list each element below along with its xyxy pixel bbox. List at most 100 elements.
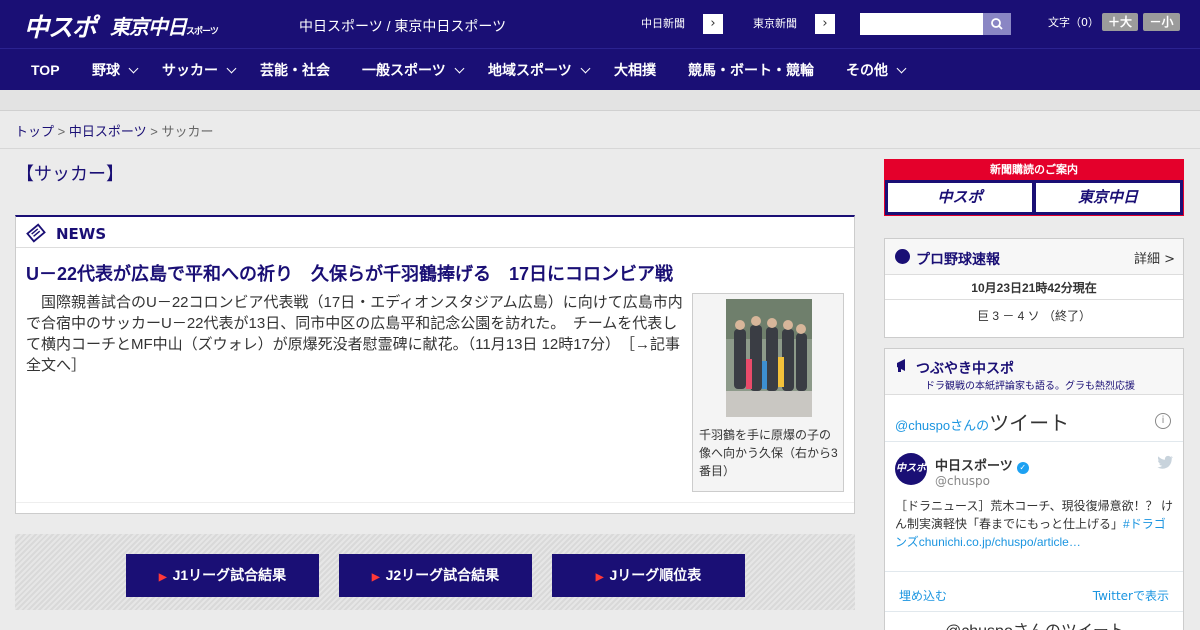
tweets-header: つぶやき中スポ ドラ観戦の本紙評論家も語る。グラも熱烈応援	[885, 349, 1183, 395]
tweet-author-handle[interactable]: @chuspo	[935, 474, 990, 488]
nav-label: その他	[846, 62, 888, 78]
divider	[16, 502, 854, 503]
search-button[interactable]	[983, 13, 1011, 35]
chevron-down-icon	[580, 63, 591, 74]
j2-results-button[interactable]: ▶ J2リーグ試合結果	[339, 554, 532, 597]
tweet-text: ［ドラニュース］荒木コーチ、現役復帰意欲！？ けん制実演軽快「春までにもっと仕上…	[895, 497, 1175, 551]
divider	[885, 441, 1183, 442]
j2-results-label: J2リーグ試合結果	[385, 567, 500, 583]
site-names: 中日スポーツ / 東京中日スポーツ	[299, 18, 507, 34]
news-photo[interactable]: 千羽鶴を手に原爆の子の像へ向かう久保（右から3番目）	[692, 293, 844, 492]
nav-item-sumo[interactable]: 大相撲	[614, 49, 656, 91]
page-title: 【サッカー】	[16, 164, 124, 184]
nav-item-soccer[interactable]: サッカー	[162, 49, 237, 91]
j1-results-label: J1リーグ試合結果	[172, 567, 287, 583]
timeline-handle: @chuspoさんの	[895, 418, 990, 433]
jleague-standings-label: Jリーグ順位表	[609, 567, 702, 583]
news-photo-caption: 千羽鶴を手に原爆の子の像へ向かう久保（右から3番目）	[699, 428, 838, 478]
timeline-title[interactable]: @chuspoさんのツイート	[895, 407, 1069, 436]
chuspo-logo[interactable]: 中スポ	[24, 8, 97, 44]
font-bigger-button[interactable]: ＋大	[1102, 13, 1138, 31]
play-triangle-icon: ▶	[595, 572, 604, 583]
nav-item-other[interactable]: その他	[846, 49, 907, 91]
nav-label: TOP	[31, 62, 60, 78]
nav-label: 競馬・ボート・競輪	[688, 62, 814, 78]
nav-item-regional-sports[interactable]: 地域スポーツ	[488, 49, 591, 91]
chevron-right-icon: ›	[703, 14, 723, 34]
avatar[interactable]: 中スポ	[895, 453, 927, 485]
chunichi-shimbun-button[interactable]: 中日新聞 ›	[622, 13, 724, 35]
tweet-author-name[interactable]: 中日スポーツ ✓	[935, 455, 1029, 474]
divider	[885, 571, 1183, 572]
tweets-title: つぶやき中スポ	[916, 361, 1014, 377]
nav-label: 一般スポーツ	[362, 62, 446, 78]
j1-results-button[interactable]: ▶ J1リーグ試合結果	[126, 554, 319, 597]
news-body: 国際親善試合のU－22コロンビア代表戦（17日・エディオンスタジアム広島）に向け…	[26, 292, 684, 376]
news-headline[interactable]: U－22代表が広島で平和への祈り 久保らが千羽鶴捧げる 17日にコロンビア戦	[26, 260, 673, 286]
breadcrumb-top-link[interactable]: トップ	[15, 124, 54, 139]
tokyo-chunichi-logo[interactable]: 東京中日スポーツ	[110, 11, 219, 40]
verified-icon: ✓	[1016, 462, 1029, 474]
embed-link[interactable]: 埋め込む	[899, 587, 947, 604]
newspaper-icon	[26, 223, 46, 243]
nav-item-racing[interactable]: 競馬・ボート・競輪	[688, 49, 814, 91]
twitter-bird-icon[interactable]	[1157, 455, 1173, 469]
timeline-title-big: ツイート	[989, 413, 1070, 435]
news-header: NEWS	[16, 217, 854, 248]
megaphone-icon	[897, 359, 905, 372]
nav-label: 芸能・社会	[260, 62, 330, 78]
twitter-widget: つぶやき中スポ ドラ観戦の本紙評論家も語る。グラも熱烈応援 @chuspoさんの…	[884, 348, 1184, 630]
nav-label: 地域スポーツ	[488, 62, 572, 78]
search-input[interactable]	[860, 13, 983, 35]
tokyo-logo-sub: スポーツ	[186, 27, 219, 37]
baseball-title: プロ野球速報	[916, 252, 1000, 268]
breadcrumb-current: サッカー	[161, 124, 214, 139]
baseball-icon	[895, 249, 910, 264]
baseball-header: プロ野球速報 詳細 >	[885, 239, 1183, 275]
nav-item-baseball[interactable]: 野球	[92, 49, 139, 91]
info-icon[interactable]: i	[1155, 413, 1171, 429]
view-on-twitter-link[interactable]: Twitterで表示	[1093, 587, 1169, 604]
subscription-banner[interactable]: 新聞購読のご案内 中スポ 東京中日	[884, 159, 1184, 216]
tokyo-shimbun-button[interactable]: 東京新聞 ›	[734, 13, 836, 35]
chevron-down-icon	[226, 63, 237, 74]
nav-label: サッカー	[162, 62, 218, 78]
news-body-text: 国際親善試合のU－22コロンビア代表戦（17日・エディオンスタジアム広島）に向け…	[26, 294, 683, 353]
subscription-title: 新聞購読のご案内	[885, 160, 1183, 180]
baseball-live-box: プロ野球速報 詳細 > 10月23日21時42分現在 巨 3 － 4 ソ （終了…	[884, 238, 1184, 338]
nav-item-general-sports[interactable]: 一般スポーツ	[362, 49, 465, 91]
tokyo-shimbun-label: 東京新聞	[735, 14, 815, 34]
divider	[885, 611, 1183, 612]
baseball-score[interactable]: 巨 3 － 4 ソ （終了）	[885, 307, 1183, 324]
top-header: 中スポ 東京中日スポーツ 中日スポーツ / 東京中日スポーツ 中日新聞 › 東京…	[0, 0, 1200, 48]
subscribe-tokyo-button[interactable]: 東京中日	[1036, 183, 1180, 212]
subscribe-chuspo-button[interactable]: 中スポ	[888, 183, 1032, 212]
tokyo-logo-main: 東京中日	[110, 15, 187, 39]
baseball-timestamp: 10月23日21時42分現在	[885, 276, 1183, 300]
nav-label: 大相撲	[614, 62, 656, 78]
font-smaller-button[interactable]: －小	[1143, 13, 1180, 31]
breadcrumb-separator: >	[57, 124, 66, 139]
tweets-subtitle: ドラ観戦の本紙評論家も語る。グラも熱烈応援	[925, 381, 1135, 392]
breadcrumb-chuspo-link[interactable]: 中日スポーツ	[69, 124, 147, 139]
news-section-label: NEWS	[56, 225, 107, 243]
chevron-right-icon: ›	[815, 14, 835, 34]
more-tweets-link[interactable]: @chuspoさんのツイート	[945, 617, 1125, 630]
sub-nav-bar	[0, 90, 1200, 111]
jleague-standings-button[interactable]: ▶ Jリーグ順位表	[552, 554, 745, 597]
nav-label: 野球	[92, 62, 120, 78]
news-section: NEWS U－22代表が広島で平和への祈り 久保らが千羽鶴捧げる 17日にコロン…	[15, 215, 855, 514]
search-icon	[991, 18, 1003, 30]
tweet-author-label: 中日スポーツ	[935, 459, 1013, 474]
news-photo-image	[726, 299, 812, 417]
chevron-down-icon	[128, 63, 139, 74]
nav-item-entertainment[interactable]: 芸能・社会	[260, 49, 330, 91]
jleague-links: ▶ J1リーグ試合結果 ▶ J2リーグ試合結果 ▶ Jリーグ順位表	[15, 534, 855, 610]
baseball-detail-link[interactable]: 詳細 >	[1134, 248, 1175, 267]
play-triangle-icon: ▶	[158, 572, 167, 583]
play-triangle-icon: ▶	[371, 572, 380, 583]
nav-item-top[interactable]: TOP	[31, 49, 60, 91]
chevron-down-icon	[454, 63, 465, 74]
breadcrumb-separator: >	[150, 124, 158, 139]
chevron-down-icon	[896, 63, 907, 74]
